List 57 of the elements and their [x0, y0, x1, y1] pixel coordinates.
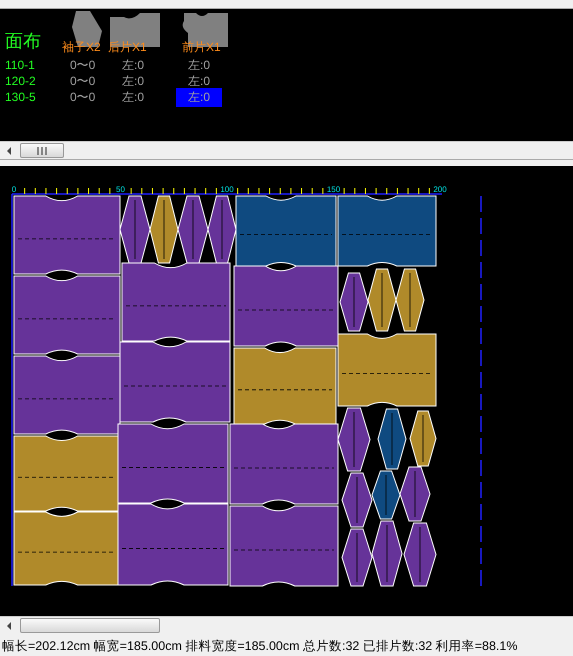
pattern-piece[interactable]	[338, 196, 436, 266]
ruler-label: 50	[116, 185, 125, 194]
ruler-label: 100	[220, 185, 234, 194]
pattern-piece[interactable]	[371, 520, 403, 586]
ruler-label: 0	[12, 185, 16, 194]
size-label: 120-2	[5, 74, 37, 88]
table-cell[interactable]: 0〜0	[62, 72, 108, 90]
pattern-piece[interactable]	[403, 522, 437, 586]
pattern-piece[interactable]	[14, 276, 120, 354]
table-cell[interactable]: 左:0	[176, 72, 222, 90]
table-cell[interactable]: 左:0	[176, 56, 222, 74]
grip-icon	[37, 146, 47, 154]
pattern-piece[interactable]	[119, 196, 151, 264]
pattern-piece[interactable]	[236, 196, 336, 266]
scroll-left-icon[interactable]	[6, 146, 12, 154]
fabric-label: 面布	[5, 30, 42, 53]
pattern-piece[interactable]	[207, 196, 237, 264]
pattern-piece[interactable]	[230, 506, 338, 586]
pattern-piece[interactable]	[234, 348, 336, 424]
scroll-thumb[interactable]	[20, 618, 160, 633]
pattern-piece[interactable]	[399, 466, 431, 522]
pattern-piece[interactable]	[377, 408, 407, 470]
pattern-piece[interactable]	[14, 356, 120, 434]
pattern-piece[interactable]	[338, 334, 436, 406]
scroll-left-icon[interactable]	[6, 622, 12, 630]
pattern-piece[interactable]	[149, 196, 179, 264]
ruler-label: 150	[326, 185, 340, 194]
piece-header: 前片X1	[181, 39, 222, 56]
pattern-piece[interactable]	[337, 408, 371, 472]
pattern-piece[interactable]	[341, 528, 373, 586]
pattern-piece[interactable]	[118, 504, 228, 586]
pattern-piece[interactable]	[14, 512, 120, 586]
pattern-piece[interactable]	[367, 268, 397, 332]
piece-header: 袖子X2	[62, 39, 102, 56]
horizontal-scrollbar[interactable]	[0, 616, 573, 634]
pattern-piece[interactable]	[409, 410, 437, 466]
ruler-label: 200	[433, 185, 447, 194]
table-cell[interactable]: 左:0	[108, 72, 170, 90]
status-text: 幅长=202.12cm 幅宽=185.00cm 排料宽度=185.00cm 总片数:32 已排片数:32 利用率=88.1%	[2, 639, 518, 653]
scroll-thumb[interactable]	[20, 143, 64, 158]
pattern-piece[interactable]	[120, 342, 230, 422]
table-cell[interactable]: 左:0	[108, 56, 170, 74]
pattern-piece[interactable]	[122, 262, 230, 342]
pattern-piece[interactable]	[395, 268, 425, 332]
table-cell[interactable]: 左:0	[108, 88, 170, 106]
horizontal-scrollbar[interactable]	[0, 141, 573, 159]
pattern-piece[interactable]	[14, 436, 120, 512]
table-cell[interactable]: 0〜0	[62, 56, 108, 74]
pattern-piece[interactable]	[118, 424, 228, 504]
size-label: 110-1	[5, 58, 36, 72]
pattern-piece[interactable]	[177, 196, 209, 264]
pattern-piece[interactable]	[339, 272, 369, 332]
size-label: 130-5	[5, 90, 37, 104]
pattern-piece[interactable]	[371, 470, 401, 520]
piece-header: 后片X1	[108, 39, 148, 56]
pattern-piece[interactable]	[341, 472, 373, 528]
table-cell[interactable]: 0〜0	[62, 88, 108, 106]
